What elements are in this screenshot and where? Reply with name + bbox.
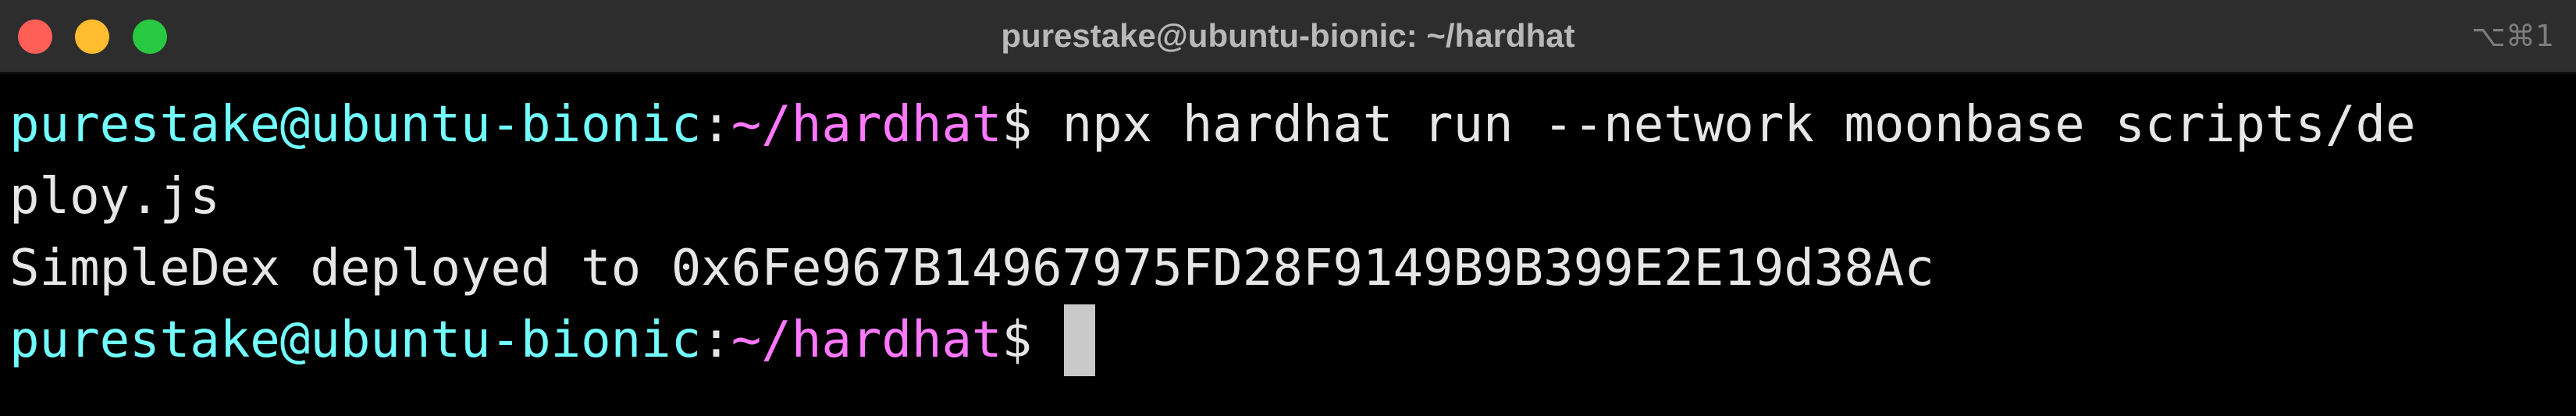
command-text-continued: ploy.js bbox=[9, 168, 220, 226]
prompt-dollar: $ bbox=[1002, 311, 1033, 369]
window-shortcut: ⌥⌘1 bbox=[2471, 19, 2554, 53]
terminal-line-command: purestake@ubuntu-bionic:~/hardhat$ npx h… bbox=[0, 89, 2576, 161]
prompt-path: ~/hardhat bbox=[731, 96, 1002, 154]
terminal-line-output: SimpleDex deployed to 0x6Fe967B14967975F… bbox=[0, 233, 2576, 304]
prompt-colon: : bbox=[701, 96, 731, 154]
output-text: SimpleDex deployed to 0x6Fe967B14967975F… bbox=[9, 240, 1934, 297]
terminal-window: purestake@ubuntu-bionic: ~/hardhat ⌥⌘1 p… bbox=[0, 0, 2576, 416]
window-title: purestake@ubuntu-bionic: ~/hardhat bbox=[1001, 17, 1575, 54]
prompt-dollar: $ bbox=[1002, 96, 1033, 154]
prompt-user: purestake@ubuntu-bionic bbox=[9, 311, 702, 369]
terminal-content[interactable]: purestake@ubuntu-bionic:~/hardhat$ npx h… bbox=[0, 89, 2576, 376]
command-text: npx hardhat run --network moonbase scrip… bbox=[1032, 96, 2416, 154]
prompt-path: ~/hardhat bbox=[731, 311, 1002, 369]
text-cursor bbox=[1063, 304, 1095, 376]
terminal-line-command-wrap: ploy.js bbox=[0, 161, 2576, 233]
terminal-line-prompt: purestake@ubuntu-bionic:~/hardhat$ bbox=[0, 304, 2576, 376]
prompt-colon: : bbox=[701, 311, 731, 369]
prompt-user: purestake@ubuntu-bionic bbox=[9, 96, 702, 154]
title-bar: purestake@ubuntu-bionic: ~/hardhat ⌥⌘1 bbox=[0, 0, 2576, 74]
